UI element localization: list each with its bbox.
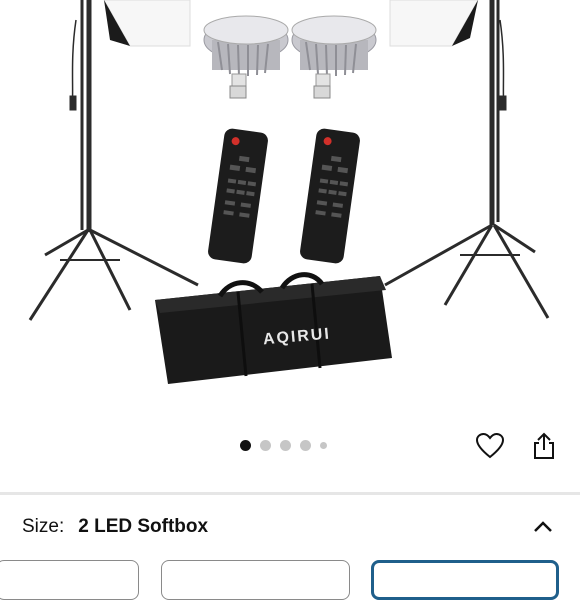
pager-dot[interactable] — [280, 440, 291, 451]
favorite-button[interactable] — [474, 430, 506, 462]
section-divider — [0, 492, 580, 495]
led-bulb-right — [291, 15, 377, 99]
size-value: 2 LED Softbox — [78, 516, 209, 537]
product-image[interactable]: AQIRUI — [0, 0, 580, 420]
share-icon — [534, 432, 554, 459]
left-softbox — [103, 0, 191, 47]
carry-bag: AQIRUI — [155, 272, 392, 384]
carousel-pager — [240, 440, 327, 451]
size-selector-row[interactable]: Size: 2 LED Softbox — [22, 512, 562, 542]
size-label: Size: — [22, 516, 65, 537]
left-light-stand — [28, 0, 199, 321]
share-button[interactable] — [528, 430, 560, 462]
pager-dot[interactable] — [300, 440, 311, 451]
remote-control-left — [208, 128, 268, 264]
size-option-selected[interactable] — [371, 560, 559, 600]
pager-dot[interactable] — [260, 440, 271, 451]
pager-dot[interactable] — [240, 440, 251, 451]
remote-control-right — [300, 128, 360, 264]
right-softbox — [389, 0, 479, 47]
chevron-up-icon[interactable] — [530, 514, 556, 540]
led-bulb-left — [203, 15, 289, 99]
size-option[interactable] — [161, 560, 350, 600]
heart-icon — [476, 433, 504, 459]
right-light-stand — [384, 0, 550, 319]
pager-dot[interactable] — [320, 442, 327, 449]
size-option[interactable] — [0, 560, 139, 600]
